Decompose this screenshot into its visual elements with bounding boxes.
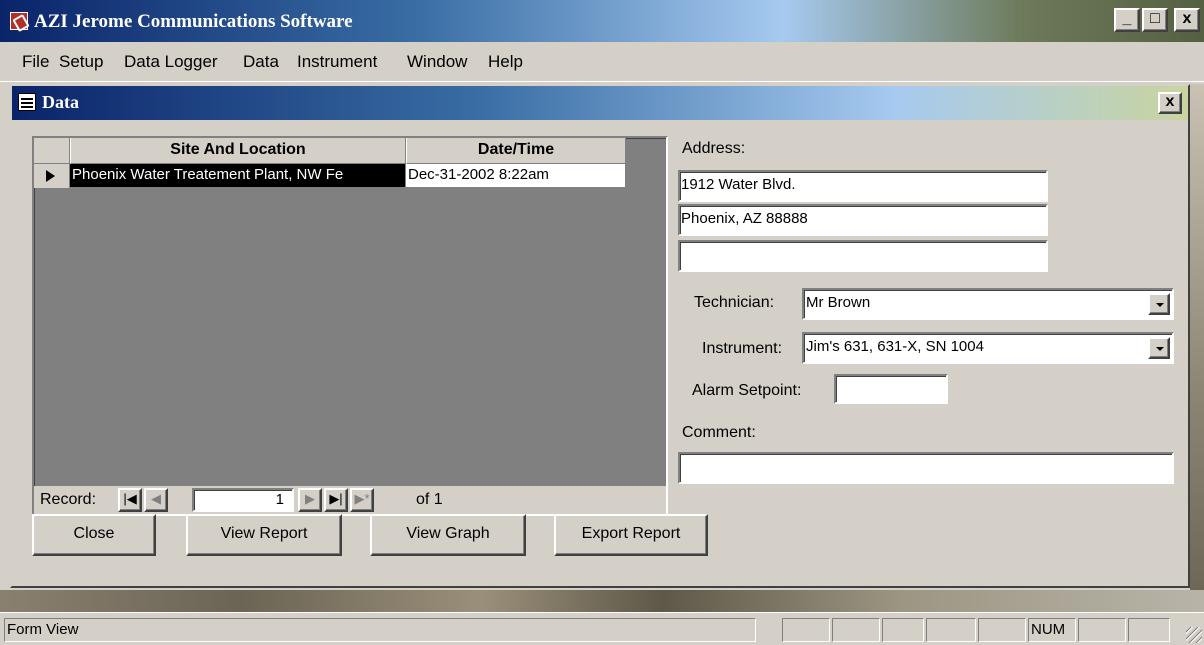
records-datasheet: Site And Location Date/Time Phoenix Wate… <box>32 136 668 516</box>
record-number-input[interactable]: 1 <box>192 488 294 512</box>
datasheet-corner[interactable] <box>34 138 70 164</box>
minimize-button[interactable]: _ <box>1114 8 1140 32</box>
chevron-down-icon[interactable] <box>1148 337 1170 359</box>
next-record-button[interactable]: ▶ <box>298 488 322 512</box>
record-count: of 1 <box>416 491 443 508</box>
address-line2-field[interactable]: Phoenix, AZ 88888 <box>678 204 1048 236</box>
menu-setup[interactable]: Setup <box>59 52 103 72</box>
menu-instrument[interactable]: Instrument <box>297 52 377 72</box>
alarm-setpoint-field[interactable] <box>834 374 948 404</box>
status-pane-2 <box>832 618 880 642</box>
view-graph-label: View Graph <box>406 525 490 542</box>
data-window-title-bar: Data x <box>12 86 1188 120</box>
status-pane-3 <box>882 618 924 642</box>
close-app-button[interactable]: x <box>1174 8 1200 32</box>
instrument-label: Instrument: <box>702 340 783 357</box>
status-pane-4 <box>926 618 976 642</box>
column-header-datetime[interactable]: Date/Time <box>406 138 626 164</box>
menu-data[interactable]: Data <box>243 52 279 72</box>
record-selector-arrow-icon[interactable] <box>34 164 70 188</box>
status-pane-7 <box>1078 618 1126 642</box>
desktop-background <box>1190 84 1204 590</box>
close-button-label: Close <box>73 525 115 542</box>
instrument-select[interactable]: Jim's 631, 631-X, SN 1004 <box>802 332 1174 364</box>
export-report-label: Export Report <box>581 525 681 542</box>
view-report-button[interactable]: View Report <box>186 514 342 556</box>
menu-file[interactable]: File <box>22 52 49 72</box>
last-record-button[interactable]: ▶| <box>324 488 348 512</box>
resize-grip-icon[interactable] <box>1186 627 1202 643</box>
close-button[interactable]: Close <box>32 514 156 556</box>
technician-select[interactable]: Mr Brown <box>802 288 1174 320</box>
new-record-button[interactable]: ▶* <box>350 488 374 512</box>
app-title: AZI Jerome Communications Software <box>34 11 353 32</box>
menu-help[interactable]: Help <box>488 52 523 72</box>
first-record-button[interactable]: |◀ <box>118 488 142 512</box>
datasheet-icon[interactable] <box>18 93 36 111</box>
app-title-bar: AZI Jerome Communications Software _ □ x <box>0 0 1204 42</box>
status-pane-5 <box>978 618 1026 642</box>
maximize-button[interactable]: □ <box>1142 8 1168 32</box>
status-bar: Form View NUM <box>0 612 1204 645</box>
close-data-window-button[interactable]: x <box>1158 92 1182 114</box>
address-line3-field[interactable] <box>678 240 1048 272</box>
menu-bar: File Setup Data Logger Data Instrument W… <box>0 42 1204 82</box>
previous-record-button[interactable]: ◀ <box>144 488 168 512</box>
alarm-setpoint-label: Alarm Setpoint: <box>692 382 802 399</box>
address-line1-field[interactable]: 1912 Water Blvd. <box>678 170 1048 202</box>
menu-window[interactable]: Window <box>407 52 467 72</box>
view-report-label: View Report <box>220 525 308 542</box>
table-row[interactable]: Phoenix Water Treatement Plant, NW Fe De… <box>34 164 666 188</box>
status-num-indicator: NUM <box>1028 618 1076 642</box>
menu-data-logger[interactable]: Data Logger <box>124 52 218 72</box>
key-icon[interactable] <box>10 12 28 30</box>
instrument-value: Jim's 631, 631-X, SN 1004 <box>806 338 984 355</box>
technician-value: Mr Brown <box>806 294 871 311</box>
comment-label: Comment: <box>682 424 756 441</box>
cell-site-location[interactable]: Phoenix Water Treatement Plant, NW Fe <box>70 164 406 188</box>
comment-field[interactable] <box>678 452 1174 484</box>
address-label: Address: <box>682 140 746 157</box>
data-window: Data x Site And Location Date/Time Phoen… <box>10 84 1190 588</box>
desktop-background <box>0 590 1204 612</box>
view-graph-button[interactable]: View Graph <box>370 514 526 556</box>
status-pane-8 <box>1128 618 1170 642</box>
technician-label: Technician: <box>694 294 775 311</box>
chevron-down-icon[interactable] <box>1148 293 1170 315</box>
status-mode: Form View <box>4 618 756 642</box>
column-header-site[interactable]: Site And Location <box>70 138 406 164</box>
data-window-title: Data <box>42 92 79 112</box>
record-label: Record: <box>40 491 97 508</box>
status-pane-1 <box>782 618 830 642</box>
cell-datetime[interactable]: Dec-31-2002 8:22am <box>406 164 626 188</box>
export-report-button[interactable]: Export Report <box>554 514 708 556</box>
datasheet-header: Site And Location Date/Time <box>34 138 666 164</box>
record-navigation: Record: |◀ ◀ 1 ▶ ▶| ▶* of 1 <box>34 486 666 514</box>
